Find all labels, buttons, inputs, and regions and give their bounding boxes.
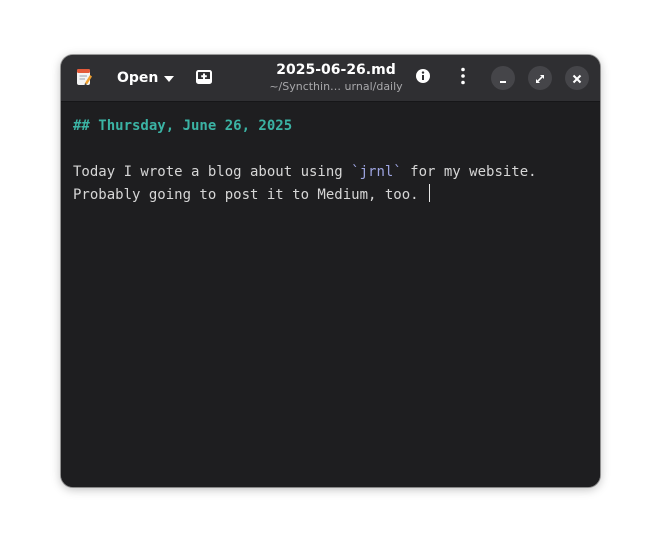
text-run: for my website. (401, 164, 537, 180)
text-run: Probably going to post it to Medium, too… (73, 187, 428, 203)
close-button[interactable] (565, 66, 589, 90)
minimize-button[interactable] (491, 66, 515, 90)
headerbar: Open 2025-06-26.md ~/Syncthin… urnal/dai… (61, 55, 600, 102)
new-tab-button[interactable] (193, 67, 215, 89)
open-button[interactable]: Open (107, 64, 175, 92)
main-menu-button[interactable] (452, 67, 474, 89)
text-run: Today I wrote a blog about using (73, 164, 352, 180)
kebab-menu-icon (461, 67, 465, 89)
text-line: Today I wrote a blog about using `jrnl` … (73, 161, 537, 184)
maximize-button[interactable] (528, 66, 552, 90)
info-icon (415, 68, 431, 88)
close-icon (572, 69, 582, 88)
document-info-button[interactable] (412, 67, 434, 89)
text-editor-area[interactable]: ## Thursday, June 26, 2025 Today I wrote… (61, 102, 600, 487)
inline-code-span: `jrnl` (351, 164, 402, 180)
minimize-icon (498, 69, 508, 88)
text-line: Probably going to post it to Medium, too… (73, 184, 431, 207)
markdown-heading-line: ## Thursday, June 26, 2025 (73, 118, 293, 134)
text-cursor (429, 184, 431, 202)
editor-window: Open 2025-06-26.md ~/Syncthin… urnal/dai… (61, 55, 600, 487)
open-button-label: Open (117, 70, 159, 86)
chevron-down-icon (164, 70, 175, 86)
maximize-icon (535, 69, 545, 88)
new-tab-icon (196, 69, 212, 88)
text-editor-app-icon (73, 66, 95, 88)
